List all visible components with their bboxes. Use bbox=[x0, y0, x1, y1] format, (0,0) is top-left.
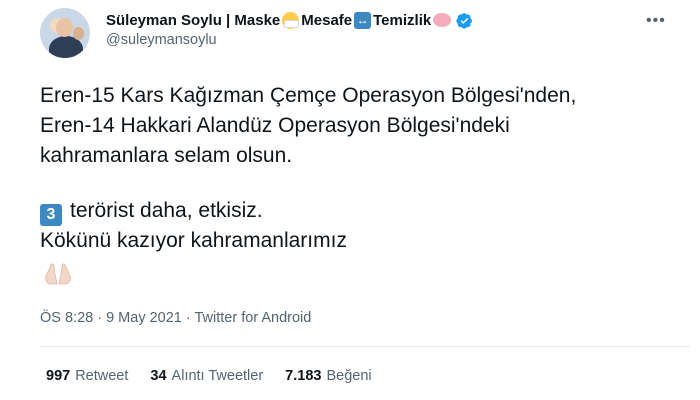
verified-badge-icon bbox=[456, 12, 473, 29]
tweet-line: Eren-14 Hakkari Alandüz Operasyon Bölges… bbox=[40, 114, 510, 137]
tweet-line: 3 terörist daha, etkisiz. bbox=[40, 196, 690, 226]
divider bbox=[40, 346, 690, 347]
tweet-card: Süleyman Soylu | Maske Mesafe ↔ Temizlik… bbox=[0, 0, 700, 400]
author-name[interactable]: Süleyman Soylu | Maske bbox=[106, 12, 280, 29]
avatar[interactable] bbox=[40, 8, 90, 58]
tweet-line: Kökünü kazıyor kahramanlarımız bbox=[40, 229, 347, 252]
tweet-line: Eren-15 Kars Kağızman Çemçe Operasyon Bö… bbox=[40, 84, 577, 107]
tweet-line-text: terörist daha, etkisiz. bbox=[70, 199, 263, 222]
retweet-stat[interactable]: 997 Retweet bbox=[46, 368, 128, 384]
retweet-count: 997 bbox=[46, 368, 71, 384]
like-label: Beğeni bbox=[326, 368, 372, 384]
tweet-line: kahramanlara selam olsun. bbox=[40, 144, 293, 167]
engagement-stats: 997 Retweet 34 Alıntı Tweetler 7.183 Beğ… bbox=[46, 368, 394, 384]
author-name-part3[interactable]: Temizlik bbox=[373, 12, 431, 29]
keycap-3-emoji-icon: 3 bbox=[40, 204, 62, 226]
more-options-icon[interactable]: ••• bbox=[646, 12, 666, 30]
quote-label: Alıntı Tweetler bbox=[171, 368, 264, 384]
author-name-row[interactable]: Süleyman Soylu | Maske Mesafe ↔ Temizlik bbox=[106, 10, 473, 30]
like-stat[interactable]: 7.183 Beğeni bbox=[285, 368, 371, 384]
folded-hands-icon bbox=[45, 263, 71, 285]
like-count: 7.183 bbox=[285, 368, 322, 384]
tweet-text: Eren-15 Kars Kağızman Çemçe Operasyon Bö… bbox=[40, 81, 690, 256]
author-handle[interactable]: @suleymansoylu bbox=[106, 32, 217, 48]
tweet-timestamp[interactable]: ÖS 8:28 · 9 May 2021 · Twitter for Andro… bbox=[40, 310, 311, 326]
mask-face-emoji-icon bbox=[282, 11, 300, 29]
author-name-part2[interactable]: Mesafe bbox=[301, 12, 352, 29]
soap-icon bbox=[433, 13, 452, 27]
retweet-label: Retweet bbox=[75, 368, 129, 384]
left-right-arrow-icon: ↔ bbox=[354, 11, 372, 29]
quote-stat[interactable]: 34 Alıntı Tweetler bbox=[150, 368, 263, 384]
quote-count: 34 bbox=[150, 368, 167, 384]
